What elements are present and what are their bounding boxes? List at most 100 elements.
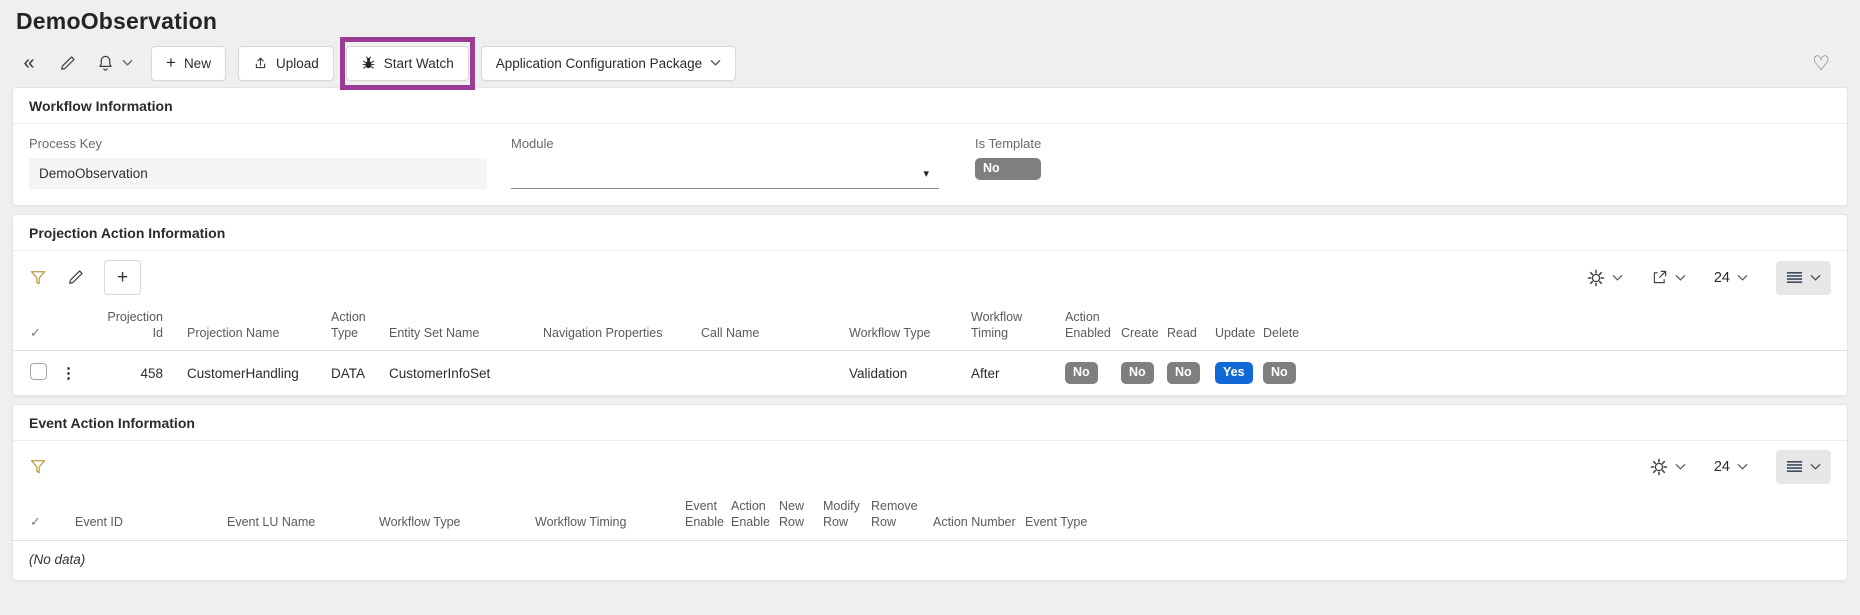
- page-size-chevron-down-icon: [1737, 463, 1748, 471]
- event-table-header: ✓ Event ID Event LU Name Workflow Type W…: [13, 493, 1847, 540]
- bell-chevron-down-icon[interactable]: [122, 59, 133, 67]
- col-entity-set-name: Entity Set Name: [389, 326, 543, 342]
- col-navigation-properties: Navigation Properties: [543, 326, 701, 342]
- gear-icon: [1587, 269, 1605, 287]
- event-filter-icon[interactable]: [29, 458, 47, 476]
- col-call-name: Call Name: [701, 326, 849, 342]
- edit-icon[interactable]: [54, 50, 80, 76]
- view-mode-chevron-down-icon: [1810, 463, 1821, 471]
- plus-icon: +: [166, 54, 176, 71]
- col-create: Create: [1121, 326, 1167, 342]
- select-all-icon[interactable]: ✓: [13, 325, 61, 341]
- col-update: Update: [1215, 326, 1263, 342]
- projection-table-row[interactable]: ⋮ 458 CustomerHandling DATA CustomerInfo…: [13, 351, 1847, 395]
- edit-row-icon[interactable]: [67, 269, 84, 286]
- package-dropdown-label: Application Configuration Package: [496, 56, 702, 71]
- package-chevron-down-icon: [710, 59, 721, 67]
- col-action-number: Action Number: [933, 515, 1025, 531]
- update-badge: Yes: [1215, 362, 1253, 384]
- cell-create: No: [1121, 362, 1167, 384]
- col-action-enabled: Action Enabled: [1065, 310, 1121, 341]
- top-toolbar: « + New Upload: [0, 35, 1860, 87]
- add-row-button[interactable]: +: [104, 260, 141, 295]
- list-view-icon: [1786, 271, 1803, 285]
- new-button-label: New: [184, 56, 211, 71]
- cell-workflow-timing: After: [971, 366, 1065, 381]
- row-kebab-menu-icon[interactable]: ⋮: [61, 364, 97, 382]
- row-checkbox[interactable]: [30, 363, 47, 380]
- col-event-id: Event ID: [75, 515, 227, 531]
- col-action-type: Action Type: [331, 310, 389, 341]
- page-size-value: 24: [1714, 459, 1730, 475]
- export-control[interactable]: [1651, 269, 1686, 286]
- process-key-value: DemoObservation: [29, 158, 487, 189]
- cell-projection-id: 458: [97, 366, 173, 381]
- process-key-field: Process Key DemoObservation: [29, 136, 487, 189]
- bell-icon[interactable]: [92, 50, 118, 76]
- workflow-fields-row: Process Key DemoObservation Module ▾ Is …: [13, 124, 1847, 205]
- package-dropdown-button[interactable]: Application Configuration Package: [481, 46, 736, 81]
- cell-action-enabled: No: [1065, 362, 1121, 384]
- read-badge: No: [1167, 362, 1200, 384]
- view-mode-chevron-down-icon: [1810, 274, 1821, 282]
- new-button[interactable]: + New: [151, 46, 226, 81]
- col-action-enable: Action Enable: [731, 499, 779, 530]
- start-watch-label: Start Watch: [384, 56, 454, 71]
- event-settings-control[interactable]: [1650, 458, 1686, 476]
- projection-toolbar: + 24: [13, 251, 1847, 304]
- col-projection-id: Projection Id: [97, 310, 173, 341]
- cell-update: Yes: [1215, 362, 1263, 384]
- upload-button[interactable]: Upload: [238, 46, 334, 81]
- projection-table-header: ✓ Projection Id Projection Name Action T…: [13, 304, 1847, 351]
- favorite-heart-icon[interactable]: ♡: [1812, 51, 1830, 76]
- settings-chevron-down-icon: [1612, 274, 1623, 282]
- is-template-badge: No: [975, 158, 1041, 180]
- edit-pencil-icon: [59, 55, 76, 72]
- col-workflow-timing: Workflow Timing: [971, 310, 1065, 341]
- workflow-information-card: Workflow Information Process Key DemoObs…: [12, 87, 1848, 206]
- action-enabled-badge: No: [1065, 362, 1098, 384]
- col-workflow-type: Workflow Type: [379, 515, 535, 531]
- page-size-control[interactable]: 24: [1714, 270, 1748, 286]
- cell-read: No: [1167, 362, 1215, 384]
- row-select-cell: [13, 363, 61, 383]
- delete-badge: No: [1263, 362, 1296, 384]
- event-toolbar: 24: [13, 441, 1847, 493]
- start-watch-wrap: Start Watch: [346, 46, 469, 81]
- cell-projection-name: CustomerHandling: [173, 366, 331, 381]
- event-action-card: Event Action Information 24 ✓ Event ID: [12, 404, 1848, 580]
- collapse-sidebar-icon[interactable]: «: [16, 50, 42, 76]
- cell-delete: No: [1263, 362, 1309, 384]
- module-field: Module ▾: [511, 136, 939, 189]
- select-all-icon[interactable]: ✓: [13, 514, 75, 530]
- cell-action-type: DATA: [331, 366, 389, 381]
- col-event-enable: Event Enable: [685, 499, 731, 530]
- col-modify-row: Modify Row: [823, 499, 871, 530]
- workflow-information-title: Workflow Information: [13, 88, 1847, 124]
- col-remove-row: Remove Row: [871, 499, 933, 530]
- settings-control[interactable]: [1587, 269, 1623, 287]
- notifications-group: [92, 50, 133, 76]
- is-template-label: Is Template: [975, 136, 1041, 151]
- cell-workflow-type: Validation: [849, 366, 971, 381]
- settings-chevron-down-icon: [1675, 463, 1686, 471]
- is-template-field: Is Template No: [975, 136, 1041, 180]
- projection-action-card: Projection Action Information + 24: [12, 214, 1848, 396]
- event-view-mode-button[interactable]: [1776, 450, 1831, 484]
- col-event-type: Event Type: [1025, 515, 1105, 531]
- col-projection-name: Projection Name: [173, 326, 331, 342]
- view-mode-button[interactable]: [1776, 261, 1831, 295]
- projection-action-title: Projection Action Information: [13, 215, 1847, 251]
- module-dropdown-arrow-icon: ▾: [923, 167, 929, 180]
- export-icon: [1651, 269, 1668, 286]
- col-new-row: New Row: [779, 499, 823, 530]
- page-title: DemoObservation: [0, 0, 1860, 35]
- filter-icon[interactable]: [29, 269, 47, 287]
- event-page-size-control[interactable]: 24: [1714, 459, 1748, 475]
- cell-entity-set-name: CustomerInfoSet: [389, 366, 543, 381]
- module-select[interactable]: ▾: [511, 158, 939, 189]
- upload-icon: [253, 55, 268, 71]
- page-size-chevron-down-icon: [1737, 274, 1748, 282]
- export-chevron-down-icon: [1675, 274, 1686, 282]
- start-watch-button[interactable]: Start Watch: [346, 46, 469, 81]
